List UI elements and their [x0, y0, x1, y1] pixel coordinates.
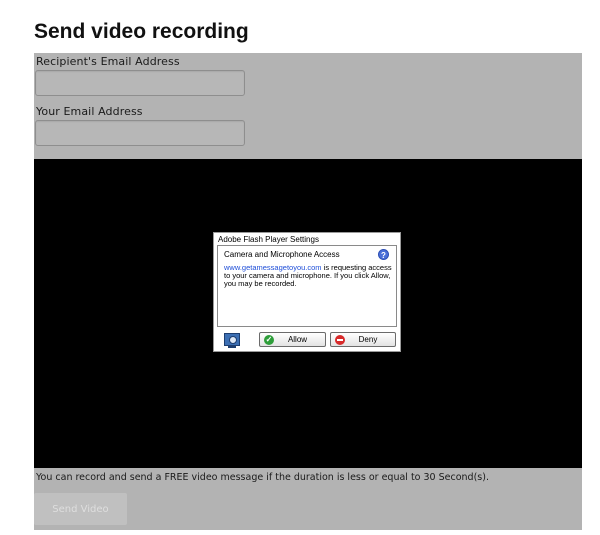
flash-dialog-message: www.getamessagetoyou.com is requesting a…	[224, 264, 396, 288]
your-email-input[interactable]	[35, 120, 245, 146]
allow-button-label: Allow	[287, 335, 308, 344]
flash-settings-dialog: Adobe Flash Player Settings Camera and M…	[213, 232, 401, 352]
flash-dialog-heading: Camera and Microphone Access	[224, 250, 340, 259]
video-form-panel: Recipient's Email Address Your Email Add…	[34, 53, 582, 530]
free-message-info-text: You can record and send a FREE video mes…	[36, 472, 489, 483]
deny-icon	[335, 334, 345, 345]
recipient-email-label: Recipient's Email Address	[36, 55, 180, 68]
flash-dialog-content: Camera and Microphone Access ? www.getam…	[217, 245, 397, 327]
flash-dialog-title: Adobe Flash Player Settings	[218, 235, 319, 244]
help-icon[interactable]: ?	[378, 249, 389, 260]
recipient-email-input[interactable]	[35, 70, 245, 96]
video-recorder-area: Adobe Flash Player Settings Camera and M…	[34, 159, 582, 468]
page-title: Send video recording	[34, 20, 249, 43]
check-icon: ✓	[264, 334, 274, 345]
allow-button[interactable]: ✓ Allow	[259, 332, 326, 347]
camera-icon[interactable]	[224, 333, 240, 348]
send-video-button[interactable]: Send Video	[34, 493, 127, 525]
deny-button[interactable]: Deny	[330, 332, 396, 347]
deny-button-label: Deny	[358, 335, 378, 344]
your-email-label: Your Email Address	[36, 105, 143, 118]
